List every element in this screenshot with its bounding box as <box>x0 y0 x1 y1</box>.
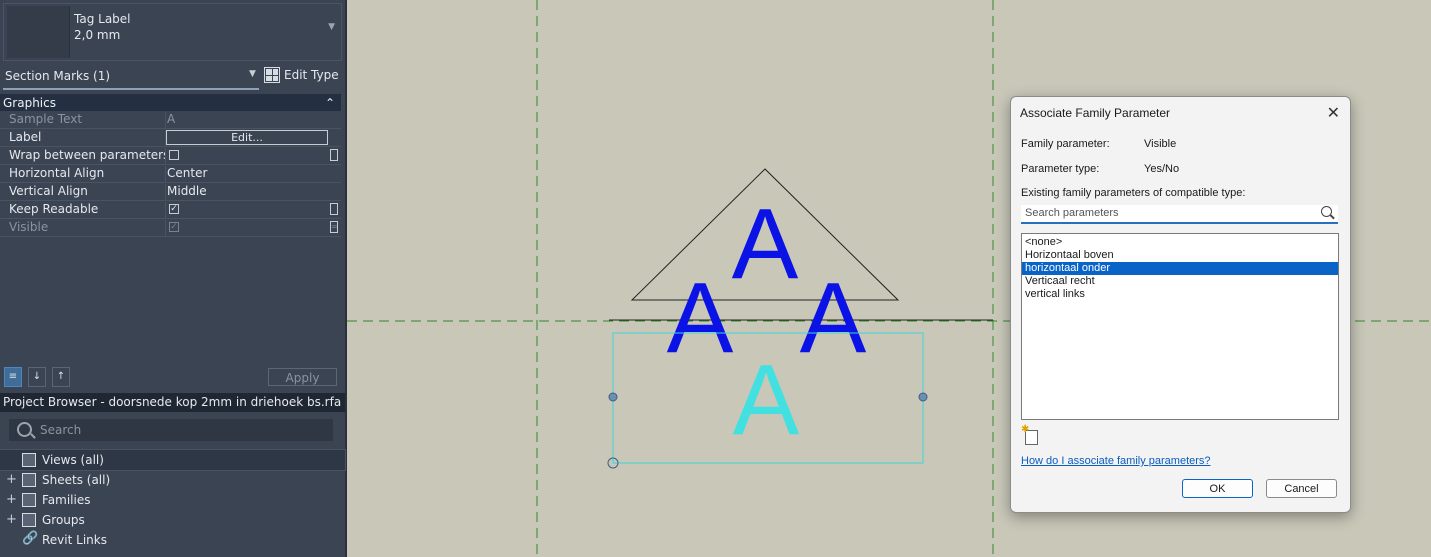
tree-item-groups[interactable]: + Groups <box>0 510 345 530</box>
parameter-search-input[interactable]: Search parameters <box>1021 205 1338 224</box>
views-icon <box>22 453 36 467</box>
categorize-icon[interactable]: ≡ <box>4 367 22 387</box>
instance-filter-label: Section Marks (1) <box>5 69 111 83</box>
prop-name: Wrap between parameters ... <box>9 148 166 164</box>
list-item[interactable]: vertical links <box>1022 288 1338 301</box>
parameter-list[interactable]: <none> Horizontaal boven horizontaal ond… <box>1021 233 1339 420</box>
project-browser-title: Project Browser - doorsnede kop 2mm in d… <box>0 393 345 412</box>
help-link[interactable]: How do I associate family parameters? <box>1021 455 1211 467</box>
tree-item-label: Views (all) <box>42 453 104 467</box>
prop-name: Horizontal Align <box>9 166 166 182</box>
apply-button[interactable]: Apply <box>268 368 337 386</box>
ok-button[interactable]: OK <box>1182 479 1253 498</box>
tree-item-revit-links[interactable]: 🔗 Revit Links <box>0 530 345 550</box>
expand-icon[interactable]: + <box>6 472 17 487</box>
list-item[interactable]: <none> <box>1022 236 1338 249</box>
list-item[interactable]: Verticaal recht <box>1022 275 1338 288</box>
edit-type-button[interactable]: Edit Type <box>264 67 339 83</box>
grip-right-handle[interactable] <box>918 392 928 402</box>
prop-row-visible: Visible ✓ = <box>0 219 341 237</box>
associate-family-parameter-dialog: Associate Family Parameter ✕ Family para… <box>1010 96 1351 513</box>
instance-filter-dropdown[interactable]: Section Marks (1) ▼ <box>3 66 259 90</box>
tree-item-label: Groups <box>42 513 85 527</box>
group-title: Graphics <box>3 95 56 110</box>
families-icon <box>22 493 36 507</box>
family-parameter-value: Visible <box>1144 138 1177 150</box>
prop-row-label: Label Edit... <box>0 129 341 147</box>
prop-value[interactable]: Center <box>167 166 207 180</box>
browser-search-placeholder: Search <box>40 423 82 437</box>
parameter-type-label: Parameter type: <box>1021 163 1100 175</box>
sort-descending-icon[interactable]: ↑ <box>52 367 70 387</box>
prop-value[interactable]: Middle <box>167 184 207 198</box>
expand-icon[interactable]: + <box>6 492 17 507</box>
edit-type-label: Edit Type <box>284 68 339 82</box>
associate-parameter-button[interactable] <box>330 203 338 215</box>
groups-icon <box>22 513 36 527</box>
label-top-glyph[interactable]: A <box>732 188 799 300</box>
properties-table: Graphics ⌃ Sample Text A Label Edit... W… <box>0 94 341 237</box>
grip-left-handle[interactable] <box>608 392 618 402</box>
label-right-glyph[interactable]: A <box>800 262 867 374</box>
browser-tree: Views (all) + Sheets (all) + Families + … <box>0 449 346 550</box>
tree-item-label: Revit Links <box>42 533 107 547</box>
prop-name: Keep Readable <box>9 202 166 218</box>
prop-row-keep-readable: Keep Readable ✓ <box>0 201 341 219</box>
link-icon: 🔗 <box>22 531 39 546</box>
family-parameter-label: Family parameter: <box>1021 138 1110 150</box>
prop-name: Visible <box>9 220 166 236</box>
keep-readable-checkbox[interactable]: ✓ <box>169 204 179 214</box>
prop-row-valign: Vertical Align Middle <box>0 183 341 201</box>
tree-item-families[interactable]: + Families <box>0 490 345 510</box>
type-size: 2,0 mm <box>74 28 121 42</box>
search-placeholder: Search parameters <box>1025 207 1119 219</box>
type-name: Tag Label <box>74 12 131 26</box>
wrap-checkbox[interactable] <box>169 150 179 160</box>
search-icon <box>17 422 32 437</box>
list-item-selected[interactable]: horizontaal onder <box>1022 262 1338 275</box>
cancel-button[interactable]: Cancel <box>1266 479 1337 498</box>
search-icon <box>1321 206 1332 217</box>
browser-search-input[interactable]: Search <box>9 419 333 441</box>
prop-value: A <box>167 112 176 126</box>
tree-item-sheets[interactable]: + Sheets (all) <box>0 470 345 490</box>
parameter-type-value: Yes/No <box>1144 163 1180 175</box>
edit-type-icon <box>264 67 280 83</box>
label-selected-glyph[interactable]: A <box>733 344 800 456</box>
properties-toolbar: ≡ ↓ ↑ Apply <box>0 365 345 391</box>
prop-row-sample-text: Sample Text A <box>0 111 341 129</box>
label-left-glyph[interactable]: A <box>667 262 734 374</box>
associate-parameter-button[interactable] <box>330 149 338 161</box>
tree-item-label: Families <box>42 493 91 507</box>
tree-item-views[interactable]: Views (all) <box>0 449 346 471</box>
new-parameter-icon[interactable] <box>1021 424 1038 445</box>
prop-row-halign: Horizontal Align Center <box>0 165 341 183</box>
sheets-icon <box>22 473 36 487</box>
type-thumbnail <box>7 6 70 58</box>
associate-parameter-button[interactable]: = <box>330 221 338 233</box>
prop-name: Vertical Align <box>9 184 166 200</box>
close-icon[interactable]: ✕ <box>1327 103 1340 123</box>
properties-panel: Tag Label 2,0 mm ▼ Section Marks (1) ▼ E… <box>0 0 347 557</box>
visible-checkbox: ✓ <box>169 222 179 232</box>
chevron-down-icon[interactable]: ▼ <box>328 22 335 32</box>
group-header-graphics[interactable]: Graphics ⌃ <box>0 94 341 111</box>
chevron-down-icon[interactable]: ▼ <box>249 69 256 79</box>
expand-icon[interactable]: + <box>6 512 17 527</box>
prop-name: Sample Text <box>9 112 166 128</box>
prop-name: Label <box>9 130 166 146</box>
label-edit-button[interactable]: Edit... <box>166 130 328 145</box>
type-selector[interactable]: Tag Label 2,0 mm ▼ <box>3 3 342 61</box>
collapse-icon[interactable]: ⌃ <box>325 96 335 110</box>
list-item[interactable]: Horizontaal boven <box>1022 249 1338 262</box>
instance-filter-row: Section Marks (1) ▼ Edit Type <box>0 64 345 90</box>
prop-row-wrap: Wrap between parameters ... <box>0 147 341 165</box>
sort-ascending-icon[interactable]: ↓ <box>28 367 46 387</box>
existing-parameters-label: Existing family parameters of compatible… <box>1021 187 1246 199</box>
tree-item-label: Sheets (all) <box>42 473 111 487</box>
dialog-title: Associate Family Parameter <box>1020 106 1171 120</box>
